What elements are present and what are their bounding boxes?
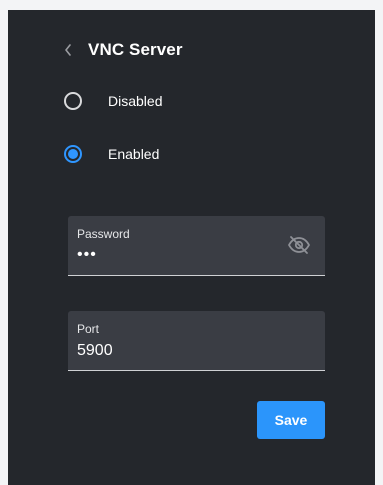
port-value[interactable]: 5900 xyxy=(77,342,113,360)
port-field[interactable]: Port 5900 xyxy=(68,311,325,371)
radio-button-disabled[interactable] xyxy=(64,92,82,110)
password-label: Password xyxy=(77,227,130,241)
radio-option-enabled[interactable]: Enabled xyxy=(64,143,159,165)
save-button[interactable]: Save xyxy=(257,401,325,439)
page-header: VNC Server xyxy=(60,38,183,62)
radio-label-enabled: Enabled xyxy=(108,146,160,162)
eye-off-icon[interactable] xyxy=(287,235,311,255)
password-value[interactable]: ••• xyxy=(77,246,97,264)
chevron-left-icon[interactable] xyxy=(60,42,76,58)
settings-panel: VNC Server Disabled Enabled Password •••… xyxy=(8,10,375,485)
radio-label-disabled: Disabled xyxy=(108,93,163,109)
page-title: VNC Server xyxy=(88,40,183,59)
radio-option-disabled[interactable]: Disabled xyxy=(64,90,162,112)
password-field[interactable]: Password ••• xyxy=(68,216,325,276)
port-label: Port xyxy=(77,322,100,336)
radio-button-enabled[interactable] xyxy=(64,145,82,163)
